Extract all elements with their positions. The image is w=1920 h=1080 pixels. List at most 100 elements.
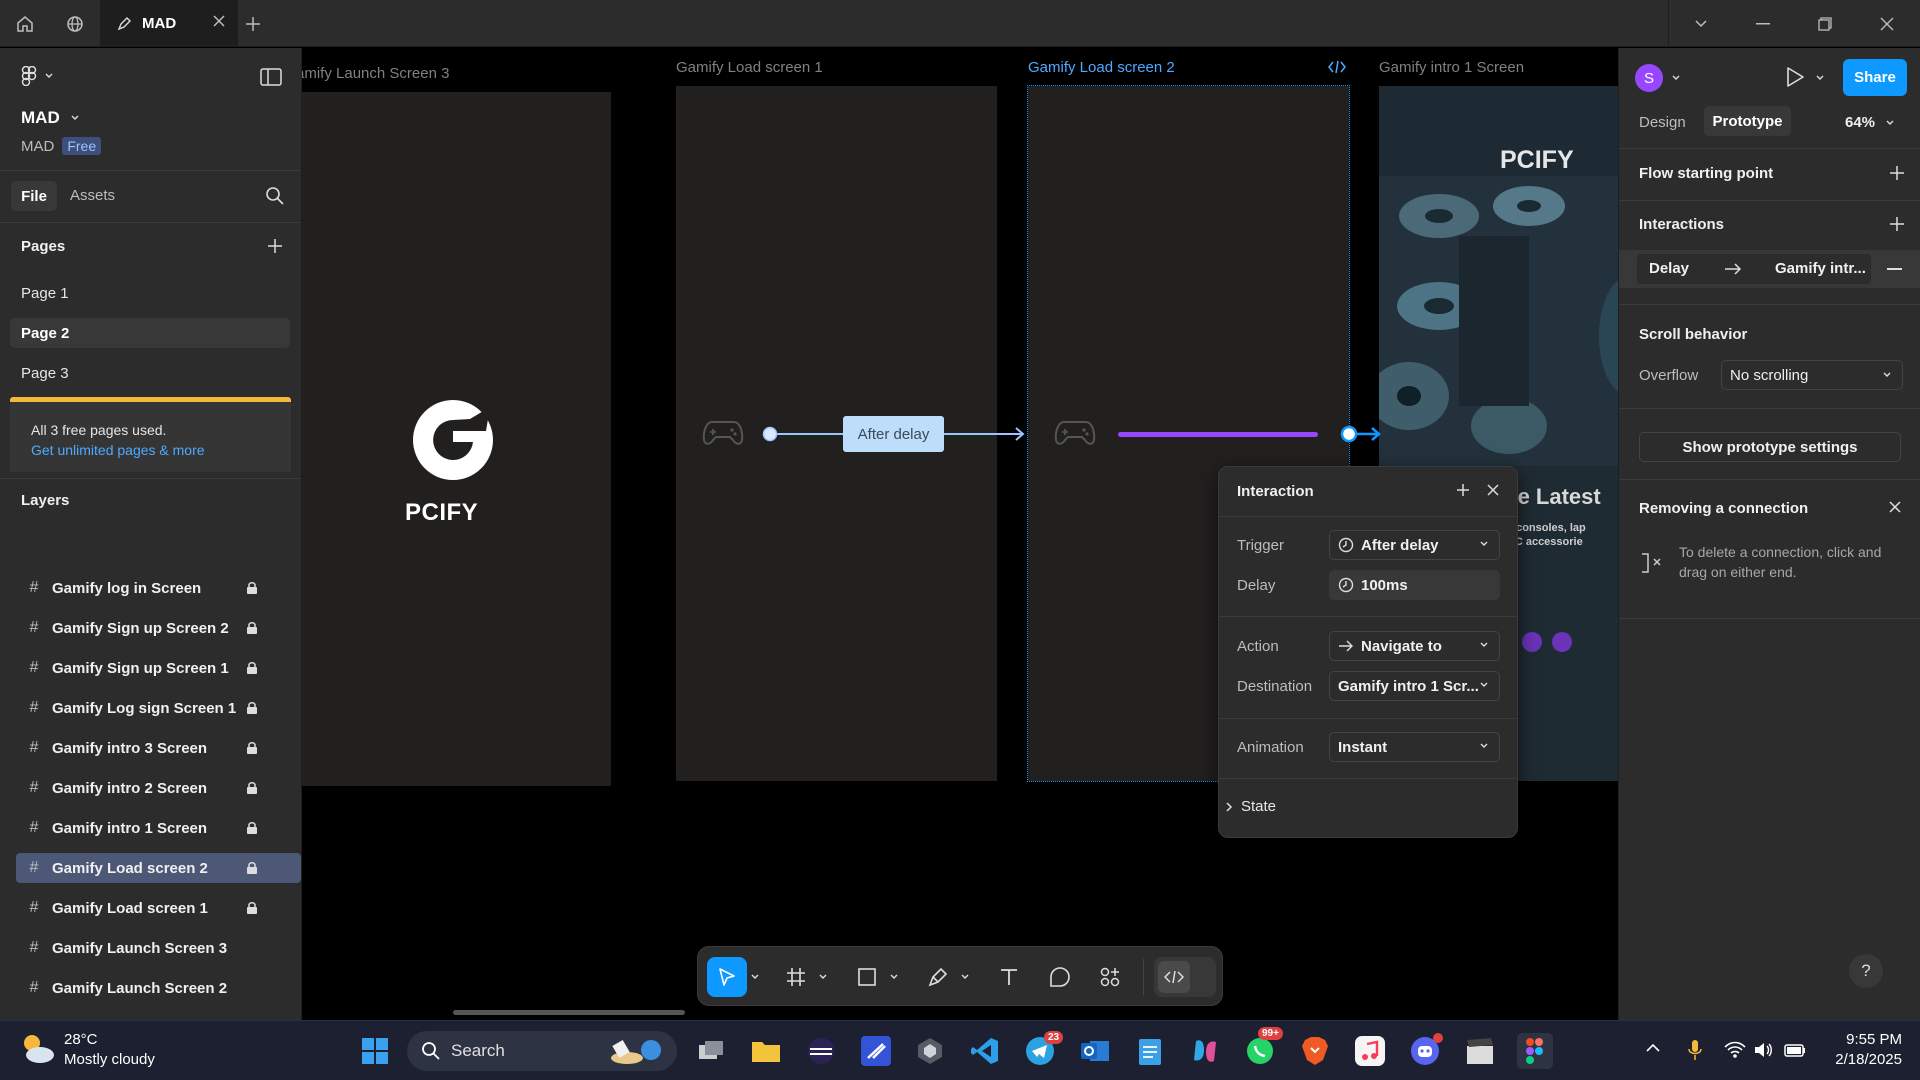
close-popup-icon[interactable] [1486, 483, 1500, 497]
microphone-icon[interactable] [1688, 1039, 1702, 1061]
layer-row[interactable]: # Gamify Sign up Screen 2 [16, 613, 301, 643]
tab-file[interactable]: File [11, 181, 57, 211]
show-prototype-settings-button[interactable]: Show prototype settings [1639, 432, 1901, 462]
globe-icon[interactable] [50, 0, 100, 47]
frame-tool-menu[interactable] [816, 957, 830, 997]
app-icon-z[interactable] [858, 1033, 894, 1069]
layer-row[interactable]: # Gamify log in Screen [16, 573, 301, 603]
outlook-icon[interactable] [1077, 1033, 1113, 1069]
weather-icon[interactable] [18, 1031, 56, 1067]
new-tab-plus-icon[interactable] [228, 0, 278, 47]
lock-icon[interactable] [246, 581, 258, 595]
file-name[interactable]: MAD [21, 108, 80, 128]
share-button[interactable]: Share [1843, 59, 1907, 96]
chevron-down-icon[interactable] [1670, 0, 1732, 47]
layer-row[interactable]: # Gamify Load screen 2 [16, 853, 301, 883]
wifi-icon[interactable] [1724, 1041, 1746, 1059]
interaction-row[interactable]: Delay Gamify intr... [1619, 250, 1920, 288]
dev-mode-toggle[interactable] [1154, 957, 1216, 997]
home-icon[interactable] [0, 0, 50, 47]
close-icon[interactable] [1888, 500, 1902, 514]
layer-row[interactable]: # Gamify Launch Screen 2 [16, 973, 301, 1003]
add-page-plus-icon[interactable] [267, 238, 283, 254]
clapper-icon[interactable] [1462, 1033, 1498, 1069]
page-item-1[interactable]: Page 1 [10, 278, 290, 308]
figma-menu-icon[interactable] [20, 66, 54, 86]
frame-launch-screen-3[interactable]: PCIFY [302, 92, 611, 786]
windows-start-icon[interactable] [357, 1033, 393, 1069]
horizontal-scrollbar[interactable] [453, 1010, 685, 1015]
help-button[interactable]: ? [1849, 954, 1883, 988]
file-explorer-icon[interactable] [748, 1033, 784, 1069]
tab-design[interactable]: Design [1639, 114, 1686, 131]
pen-tool-menu[interactable] [958, 957, 972, 997]
eclipse-icon[interactable] [803, 1033, 839, 1069]
add-interaction-plus-icon[interactable] [1456, 483, 1470, 497]
zoom-control[interactable]: 64% [1845, 114, 1895, 131]
play-icon[interactable] [1785, 66, 1805, 88]
sidebar-toggle-icon[interactable] [260, 68, 282, 86]
remove-interaction-icon[interactable] [1887, 268, 1902, 270]
lock-icon[interactable] [246, 741, 258, 755]
discord-icon[interactable] [1407, 1033, 1443, 1069]
restore-button[interactable] [1794, 0, 1856, 47]
clock-time[interactable]: 9:55 PM [1826, 1031, 1902, 1048]
add-interaction-plus-icon[interactable] [1889, 216, 1905, 232]
add-flow-plus-icon[interactable] [1889, 165, 1905, 181]
lock-icon[interactable] [246, 621, 258, 635]
lock-icon[interactable] [246, 781, 258, 795]
tab-prototype[interactable]: Prototype [1704, 106, 1791, 136]
chevron-down-icon[interactable] [1671, 74, 1681, 82]
plan-badge[interactable]: Free [62, 137, 102, 155]
vscode-icon[interactable] [967, 1033, 1003, 1069]
unity-icon[interactable] [912, 1033, 948, 1069]
pen-tool[interactable] [918, 957, 958, 997]
close-window-button[interactable] [1856, 0, 1918, 47]
lock-icon[interactable] [246, 821, 258, 835]
close-icon[interactable] [212, 14, 226, 28]
overflow-dropdown[interactable]: No scrolling [1721, 360, 1903, 390]
lock-icon[interactable] [246, 661, 258, 675]
frame-label-intro-1[interactable]: Gamify intro 1 Screen [1379, 59, 1524, 76]
present-menu-chevron[interactable] [1815, 74, 1825, 82]
delay-input[interactable]: 100ms [1329, 570, 1500, 600]
layer-row[interactable]: # Gamify Sign up Screen 1 [16, 653, 301, 683]
code-icon[interactable] [1328, 60, 1346, 74]
whatsapp-icon[interactable]: 99+ [1242, 1027, 1283, 1069]
move-tool[interactable] [707, 957, 747, 997]
clock-date[interactable]: 2/18/2025 [1816, 1051, 1902, 1068]
rectangle-tool[interactable] [847, 957, 887, 997]
page-item-3[interactable]: Page 3 [10, 358, 290, 388]
minimize-button[interactable] [1732, 0, 1794, 47]
copilot-icon[interactable] [1187, 1033, 1223, 1069]
layer-row[interactable]: # Gamify Load screen 1 [16, 893, 301, 923]
upgrade-link[interactable]: Get unlimited pages & more [31, 442, 205, 458]
tab-mad[interactable]: MAD [100, 0, 238, 47]
avatar[interactable]: S [1635, 64, 1663, 92]
shape-tool-menu[interactable] [887, 957, 901, 997]
frame-label-load-1[interactable]: Gamify Load screen 1 [676, 59, 823, 76]
frame-label-launch-3[interactable]: amify Launch Screen 3 [302, 65, 449, 82]
connection-handle[interactable] [1338, 422, 1388, 446]
brave-icon[interactable] [1297, 1033, 1333, 1069]
comment-tool[interactable] [1040, 957, 1080, 997]
animation-dropdown[interactable]: Instant [1329, 732, 1500, 762]
lock-icon[interactable] [246, 861, 258, 875]
frame-tool[interactable] [776, 957, 816, 997]
move-tool-menu[interactable] [748, 957, 762, 997]
tray-chevron-up-icon[interactable] [1645, 1043, 1661, 1053]
actions-tool[interactable] [1090, 957, 1130, 997]
tab-assets[interactable]: Assets [70, 187, 115, 204]
connector-label[interactable]: After delay [843, 416, 944, 452]
lock-icon[interactable] [246, 901, 258, 915]
task-view-icon[interactable] [693, 1033, 729, 1069]
page-item-2[interactable]: Page 2 [10, 318, 290, 348]
telegram-icon[interactable]: 23 [1022, 1031, 1064, 1069]
lock-icon[interactable] [246, 701, 258, 715]
destination-dropdown[interactable]: Gamify intro 1 Scr... [1329, 671, 1500, 701]
trigger-dropdown[interactable]: After delay [1329, 530, 1500, 560]
layer-row[interactable]: # Gamify Launch Screen 3 [16, 933, 301, 963]
music-icon[interactable] [1352, 1033, 1388, 1069]
layer-row[interactable]: # Gamify intro 3 Screen [16, 733, 301, 763]
battery-icon[interactable] [1784, 1042, 1806, 1058]
